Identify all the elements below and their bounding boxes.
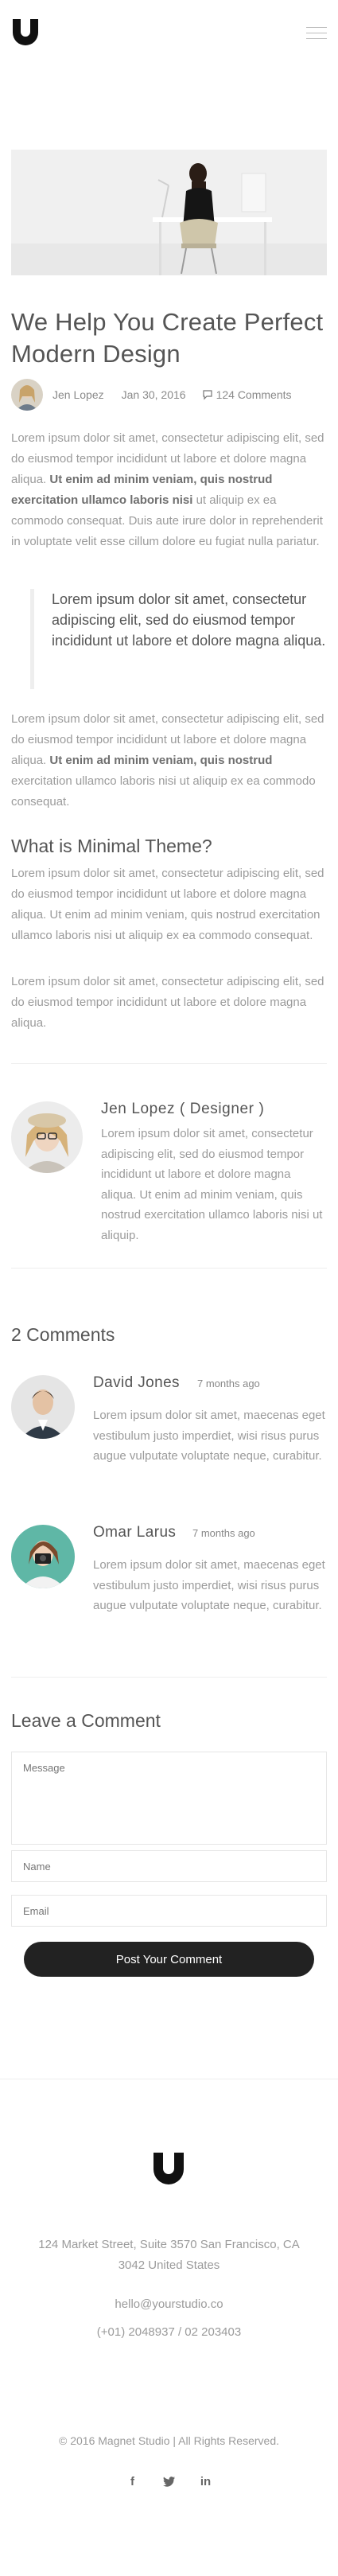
- comments-heading: 2 Comments: [11, 1324, 115, 1345]
- divider: [11, 1063, 327, 1064]
- footer-phone: (+01) 2048937 / 02 203403: [96, 2325, 242, 2339]
- comment-time: 7 months ago: [192, 1527, 255, 1539]
- comment-text: Lorem ipsum dolor sit amet, maecenas ege…: [93, 1558, 325, 1612]
- footer-email[interactable]: hello@yourstudio.co: [0, 2294, 338, 2315]
- menu-icon[interactable]: [306, 27, 327, 40]
- header: [0, 0, 338, 64]
- email-field[interactable]: [11, 1895, 327, 1927]
- paragraph-3: Lorem ipsum dolor sit amet, consectetur …: [11, 867, 324, 942]
- post-meta: Jen Lopez Jan 30, 2016 124 Comments: [11, 377, 292, 412]
- paragraph-1: Lorem ipsum dolor sit amet, consectetur …: [11, 431, 324, 548]
- footer-address: 124 Market Street, Suite 3570 San Franci…: [38, 2238, 300, 2272]
- comment-icon: [202, 390, 212, 400]
- comment-author-name: Omar Larus: [93, 1524, 177, 1541]
- divider: [11, 1268, 327, 1269]
- comment-avatar: [11, 1375, 75, 1439]
- author-box-avatar: [11, 1101, 83, 1173]
- linkedin-icon[interactable]: in: [200, 2475, 212, 2488]
- comment-avatar: [11, 1525, 75, 1588]
- comments-link[interactable]: 124 Comments: [202, 388, 292, 401]
- comment-form-heading: Leave a Comment: [11, 1710, 161, 1731]
- social-links: f t in: [0, 2475, 338, 2488]
- comment-text: Lorem ipsum dolor sit amet, maecenas ege…: [93, 1409, 325, 1463]
- message-field[interactable]: [11, 1752, 327, 1845]
- post-comment-button[interactable]: Post Your Comment: [24, 1942, 314, 1977]
- comment-author-name: David Jones: [93, 1374, 180, 1391]
- paragraph-2: Lorem ipsum dolor sit amet, consectetur …: [11, 712, 324, 809]
- footer-copyright: © 2016 Magnet Studio | All Rights Reserv…: [59, 2434, 279, 2447]
- name-field[interactable]: [11, 1850, 327, 1882]
- post-date: Jan 30, 2016: [121, 388, 186, 401]
- facebook-icon[interactable]: f: [126, 2475, 139, 2488]
- blockquote: Lorem ipsum dolor sit amet, consectetur …: [30, 589, 327, 689]
- footer-logo-icon[interactable]: [151, 2153, 186, 2188]
- twitter-icon[interactable]: t: [163, 2475, 176, 2488]
- author-avatar[interactable]: [11, 379, 43, 411]
- divider: [11, 1677, 327, 1678]
- comment-time: 7 months ago: [197, 1378, 260, 1389]
- author-name[interactable]: Jen Lopez: [52, 388, 104, 401]
- author-box-name: Jen Lopez ( Designer ): [101, 1101, 265, 1117]
- hero-image: [11, 150, 327, 275]
- author-box-bio: Lorem ipsum dolor sit amet, consectetur …: [101, 1127, 323, 1242]
- subheading: What is Minimal Theme?: [11, 836, 212, 856]
- post-title: We Help You Create Perfect Modern Design: [11, 308, 324, 368]
- comments-count: 124 Comments: [216, 388, 292, 401]
- page: We Help You Create Perfect Modern Design…: [0, 0, 338, 2576]
- paragraph-4: Lorem ipsum dolor sit amet, consectetur …: [11, 975, 324, 1030]
- logo-icon[interactable]: [11, 19, 40, 48]
